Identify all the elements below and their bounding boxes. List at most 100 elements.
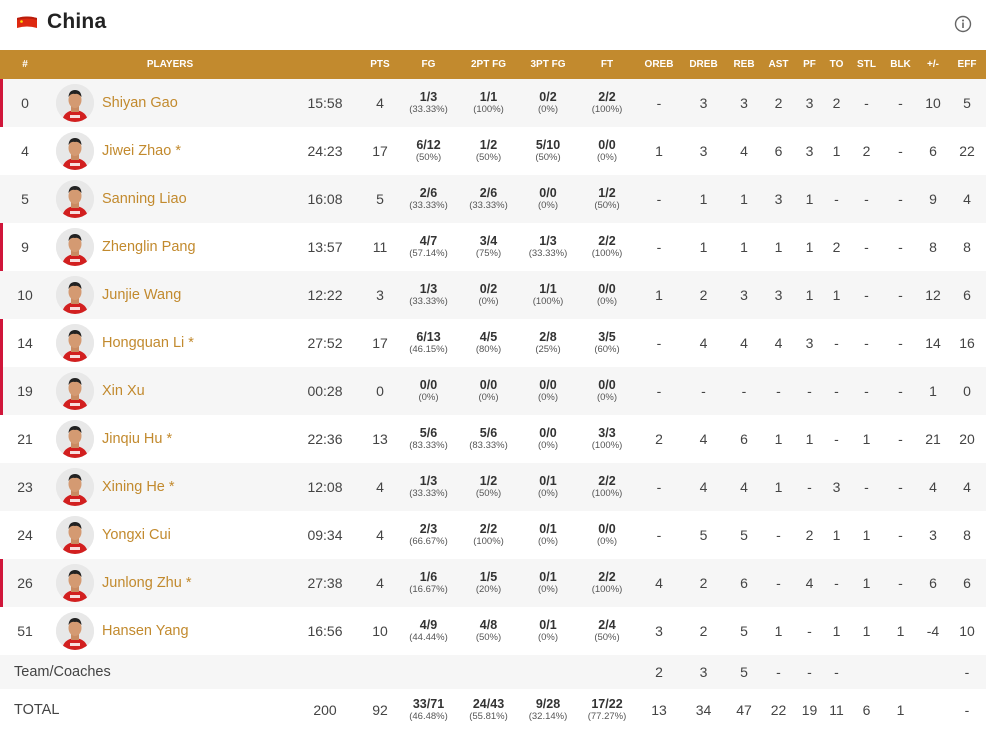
player-number-cell: 0 [0,79,50,127]
pf: 3 [805,95,814,111]
player-number: 10 [17,287,33,303]
stat-percent: (50%) [594,200,620,211]
oreb: - [656,239,662,255]
to: - [834,191,839,207]
plus-minus: 14 [925,335,941,351]
player-name-link[interactable]: Zhenglin Pang [102,239,196,255]
fg2-cell: 1/1 (100%) [457,79,520,127]
player-number-cell: 51 [0,607,50,655]
eff: 22 [959,143,975,159]
ast: 3 [774,191,783,207]
column-header: OREB [644,59,674,70]
dreb: 3 [699,95,708,111]
player-name-link[interactable]: Yongxi Cui [102,527,171,543]
player-cell: Jiwei Zhao * [50,127,290,175]
minutes: 22:36 [307,431,343,447]
player-number-cell: 21 [0,415,50,463]
pf: 1 [805,287,814,303]
player-cell: Zhenglin Pang [50,223,290,271]
player-name-link[interactable]: Hongquan Li * [102,335,194,351]
blk: - [898,335,903,351]
ft-cell: 0/0 (0%) [576,367,638,415]
stat-value: 0/0 [479,378,498,392]
dreb: 4 [699,335,708,351]
plus-minus: 6 [929,575,937,591]
starter-marker [0,559,3,607]
stat-percent: (50%) [475,488,502,499]
stat-percent: (0%) [537,200,559,211]
player-name-link[interactable]: Junlong Zhu * [102,575,191,591]
stat-percent: (44.44%) [409,632,448,643]
minutes: 24:23 [307,143,343,159]
dreb: 34 [695,702,712,718]
minutes: 12:08 [307,479,343,495]
points: 5 [376,191,384,207]
plus-minus: 1 [929,383,937,399]
reb: 6 [740,575,748,591]
stat-value: 0/1 [539,522,557,536]
fg2-cell: 0/0 (0%) [457,367,520,415]
player-name-link[interactable]: Xin Xu [102,383,145,399]
fg3-cell: 0/0 (0%) [520,367,576,415]
stl: 1 [862,527,871,543]
china-flag-icon [17,16,37,28]
pf: - [807,664,812,680]
pf: 19 [801,702,818,718]
stat-value: 0/0 [598,138,616,152]
column-header: PF [803,59,816,70]
box-score-table: # PLAYERS PTS FG 2PT FG 3PT FG FT OREB DREB REB AS… [0,50,986,731]
stl: 1 [862,431,871,447]
stat-percent: (0%) [537,488,559,499]
reb: 5 [740,527,748,543]
player-number-cell: 14 [0,319,50,367]
minutes: 12:22 [307,287,343,303]
player-name-link[interactable]: Shiyan Gao [102,95,178,111]
player-cell: Hansen Yang [50,607,290,655]
eff: 8 [963,239,971,255]
stat-percent: (0%) [478,296,499,307]
fg3-cell: 9/28 (32.14%) [520,689,576,731]
player-name-link[interactable]: Junjie Wang [102,287,181,303]
blk: 1 [896,702,905,718]
table-row: 24 Yongxi Cui 09:34 4 2/3 (66.67%) 2/2 (100%) 0/… [0,511,986,559]
blk: - [898,191,903,207]
stat-percent: (46.48%) [409,711,448,722]
player-name-link[interactable]: Xining He * [102,479,175,495]
player-name-link[interactable]: Hansen Yang [102,623,189,639]
oreb: - [656,95,662,111]
blk: - [898,383,903,399]
stat-percent: (100%) [591,104,623,115]
ft-cell: 17/22 (77.27%) [576,689,638,731]
stat-value: 1/1 [479,90,498,104]
plus-minus: 4 [929,479,937,495]
info-icon[interactable] [954,15,972,33]
stat-percent: (100%) [591,584,623,595]
minutes: 15:58 [307,95,343,111]
player-photo [56,372,94,410]
stat-value: 0/2 [539,90,557,104]
stat-percent: (100%) [473,536,504,547]
fg3-cell: 0/0 (0%) [520,415,576,463]
reb: 6 [740,431,748,447]
plus-minus: -4 [926,623,940,639]
player-cell: Shiyan Gao [50,79,290,127]
eff: 6 [963,575,971,591]
ast: 3 [774,287,783,303]
reb: 1 [740,191,748,207]
fg-cell: 2/6 (33.33%) [400,175,457,223]
stat-percent: (0%) [596,152,618,163]
stat-percent: (60%) [594,344,620,355]
oreb: 4 [655,575,663,591]
stat-percent: (32.14%) [528,711,568,722]
player-photo [56,180,94,218]
fg-cell: 1/3 (33.33%) [400,463,457,511]
player-name-link[interactable]: Jiwei Zhao * [102,143,181,159]
fg-cell: 6/13 (46.15%) [400,319,457,367]
player-name-link[interactable]: Sanning Liao [102,191,187,207]
ast: - [776,575,781,591]
dreb: 3 [699,143,708,159]
avatar [56,516,94,554]
player-name-link[interactable]: Jinqiu Hu * [102,431,172,447]
plus-minus [918,655,948,689]
ft-cell: 0/0 (0%) [576,127,638,175]
